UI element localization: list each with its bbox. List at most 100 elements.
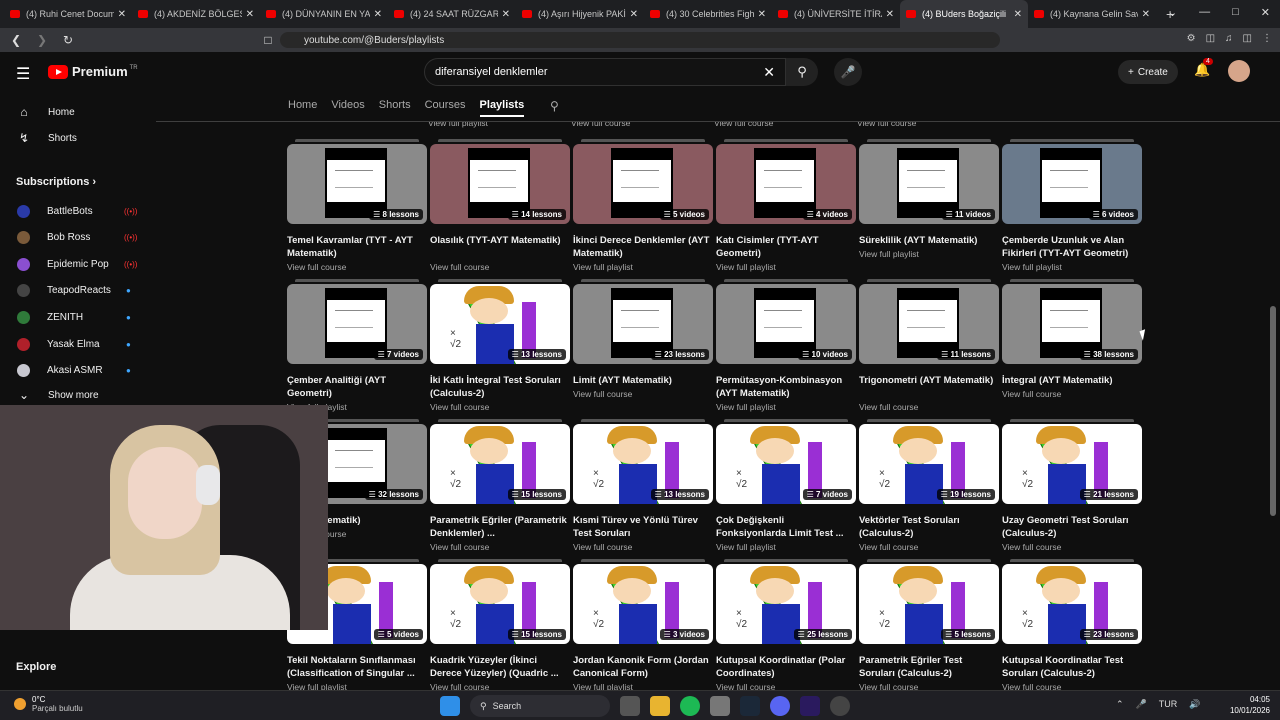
media-icon[interactable]: ♫	[1225, 33, 1233, 44]
view-full-link[interactable]: View full course	[573, 389, 632, 399]
view-full-link[interactable]: View full playlist	[716, 402, 776, 412]
playlist-title[interactable]: Çok Değişkenli Fonksiyonlarda Limit Test…	[716, 514, 856, 540]
view-full-link[interactable]: View full course	[430, 542, 489, 552]
task-view-icon[interactable]	[620, 696, 640, 716]
playlist-thumbnail[interactable]: × √2 ☰ 19 lessons	[859, 424, 999, 504]
playlist-title[interactable]: Vektörler Test Soruları (Calculus-2)	[859, 514, 999, 540]
playlist-title[interactable]: Uzay Geometri Test Soruları (Calculus-2)	[1002, 514, 1142, 540]
obs-icon[interactable]	[830, 696, 850, 716]
playlist-title[interactable]: Kuadrik Yüzeyler (İkinci Derece Yüzeyler…	[430, 654, 570, 680]
tab-playlists[interactable]: Playlists	[479, 99, 525, 117]
close-tab-icon[interactable]: ✕	[1142, 9, 1150, 20]
playlist-thumbnail[interactable]: ☰ 5 videos	[573, 144, 713, 224]
playlist-title[interactable]: Kısmi Türev ve Yönlü Türev Test Soruları	[573, 514, 713, 540]
playlist-thumbnail[interactable]: ☰ 23 lessons	[573, 284, 713, 364]
close-icon[interactable]: ✕	[1261, 6, 1270, 19]
view-full-link[interactable]: View full course	[430, 262, 489, 272]
playlist-title[interactable]: Permütasyon-Kombinasyon (AYT Matematik)	[716, 374, 856, 400]
browser-tab[interactable]: (4) 30 Celebrities Fight For ✕	[644, 0, 772, 28]
playlist-thumbnail[interactable]: ☰ 7 videos	[287, 284, 427, 364]
volume-icon[interactable]: 🔊	[1189, 699, 1200, 710]
bookmark-icon[interactable]: □	[258, 33, 278, 47]
playlist-thumbnail[interactable]: ☰ 6 videos	[1002, 144, 1142, 224]
tab-videos[interactable]: Videos	[331, 99, 364, 117]
playlist-title[interactable]: Limit (AYT Matematik)	[573, 374, 713, 387]
dropdown-icon[interactable]: ⌄	[1168, 6, 1177, 19]
playlist-title[interactable]: Tekil Noktaların Sınıflanması (Classific…	[287, 654, 427, 680]
playlist-title[interactable]: Parametrik Eğriler Test Soruları (Calcul…	[859, 654, 999, 680]
app-icon[interactable]	[710, 696, 730, 716]
playlist-title[interactable]: Olasılık (TYT-AYT Matematik)	[430, 234, 570, 247]
view-full-link[interactable]: View full playlist	[716, 262, 776, 272]
subscriptions-heading[interactable]: Subscriptions ›	[16, 176, 96, 188]
view-full-link[interactable]: View full playlist	[287, 682, 347, 690]
playlist-title[interactable]: Kutupsal Koordinatlar Test Soruları (Cal…	[1002, 654, 1142, 680]
browser-tab[interactable]: (4) Ruhi Cenet Documenta ✕	[4, 0, 132, 28]
reload-icon[interactable]: ↻	[58, 33, 78, 47]
view-full-link[interactable]: View full course	[430, 402, 489, 412]
subscription-item[interactable]: ZENITH ●	[0, 305, 156, 329]
browser-tab[interactable]: (4) AKDENİZ BÖLGESİ'NİN ✕	[132, 0, 260, 28]
chevron-up-icon[interactable]: ⌃	[1116, 699, 1124, 710]
scrollbar-thumb[interactable]	[1270, 306, 1276, 516]
subscription-item[interactable]: BattleBots ((•))	[0, 199, 156, 223]
create-button[interactable]: + Create	[1118, 60, 1178, 84]
view-full-link[interactable]: View full playlist	[573, 262, 633, 272]
premiere-icon[interactable]	[800, 696, 820, 716]
subscription-item[interactable]: Epidemic Pop ((•))	[0, 252, 156, 276]
close-tab-icon[interactable]: ✕	[118, 9, 126, 20]
clock[interactable]: 04:05 10/01/2026	[1222, 694, 1270, 716]
voice-search-button[interactable]: 🎤	[834, 58, 862, 86]
forward-icon[interactable]: ❯	[32, 33, 52, 47]
playlist-thumbnail[interactable]: × √2 ☰ 7 videos	[716, 424, 856, 504]
view-full-link[interactable]: View full playlist	[1002, 262, 1062, 272]
clear-search-icon[interactable]: ✕	[763, 64, 775, 81]
back-icon[interactable]: ❮	[6, 33, 26, 47]
card-link[interactable]: View full playlist	[428, 122, 488, 128]
playlist-thumbnail[interactable]: ☰ 8 lessons	[287, 144, 427, 224]
file-explorer-icon[interactable]	[650, 696, 670, 716]
subscription-item[interactable]: TeapodReacts ●	[0, 279, 156, 303]
view-full-link[interactable]: View full course	[859, 542, 918, 552]
playlist-thumbnail[interactable]: ☰ 14 lessons	[430, 144, 570, 224]
microphone-icon[interactable]: 🎤	[1136, 699, 1147, 710]
playlist-thumbnail[interactable]: × √2 ☰ 15 lessons	[430, 564, 570, 644]
close-tab-icon[interactable]: ✕	[246, 9, 254, 20]
playlist-thumbnail[interactable]: × √2 ☰ 13 lessons	[573, 424, 713, 504]
playlist-title[interactable]: Kutupsal Koordinatlar (Polar Coordinates…	[716, 654, 856, 680]
close-tab-icon[interactable]: ✕	[630, 9, 638, 20]
search-input[interactable]: diferansiyel denklemler ✕	[424, 58, 786, 86]
view-full-link[interactable]: View full course	[1002, 389, 1061, 399]
language-indicator[interactable]: TUR	[1159, 699, 1178, 710]
playlist-thumbnail[interactable]: × √2 ☰ 23 lessons	[1002, 564, 1142, 644]
close-tab-icon[interactable]: ✕	[758, 9, 766, 20]
playlist-thumbnail[interactable]: ☰ 38 lessons	[1002, 284, 1142, 364]
notifications-button[interactable]: 🔔 4	[1194, 58, 1213, 78]
weather-widget[interactable]: 0°C Parçalı bulutlu	[14, 695, 83, 713]
windows-start-icon[interactable]	[440, 696, 460, 716]
playlist-title[interactable]: Jordan Kanonik Form (Jordan Canonical Fo…	[573, 654, 713, 680]
playlist-title[interactable]: İki Katlı İntegral Test Soruları (Calcul…	[430, 374, 570, 400]
playlist-title[interactable]: Parametrik Eğriler (Parametrik Denklemle…	[430, 514, 570, 540]
view-full-link[interactable]: View full playlist	[859, 249, 919, 259]
playlist-thumbnail[interactable]: × √2 ☰ 25 lessons	[716, 564, 856, 644]
spotify-icon[interactable]	[680, 696, 700, 716]
playlist-title[interactable]: Çember Analitiği (AYT Geometri)	[287, 374, 427, 400]
sidebar-item-home[interactable]: ⌂ Home	[0, 100, 156, 124]
view-full-link[interactable]: View full course	[716, 682, 775, 690]
playlist-thumbnail[interactable]: ☰ 11 videos	[859, 144, 999, 224]
card-link[interactable]: View full course	[714, 122, 773, 128]
view-full-link[interactable]: View full course	[1002, 542, 1061, 552]
playlist-title[interactable]: Katı Cisimler (TYT-AYT Geometri)	[716, 234, 856, 260]
puzzle-icon[interactable]: ◫	[1206, 33, 1215, 44]
playlist-title[interactable]: Temel Kavramlar (TYT - AYT Matematik)	[287, 234, 427, 260]
browser-tab[interactable]: (4) DÜNYANIN EN YALNIZ ✕	[260, 0, 388, 28]
view-full-link[interactable]: View full course	[859, 682, 918, 690]
playlist-title[interactable]: İkinci Derece Denklemler (AYT Matematik)	[573, 234, 713, 260]
browser-tab[interactable]: (4) ÜNİVERSİTE İTİRAF GR ✕	[772, 0, 900, 28]
search-button[interactable]: ⚲	[786, 58, 818, 86]
tab-shorts[interactable]: Shorts	[379, 99, 411, 117]
tab-home[interactable]: Home	[288, 99, 317, 117]
playlist-thumbnail[interactable]: ☰ 10 videos	[716, 284, 856, 364]
youtube-logo[interactable]: Premium TR	[48, 64, 138, 79]
